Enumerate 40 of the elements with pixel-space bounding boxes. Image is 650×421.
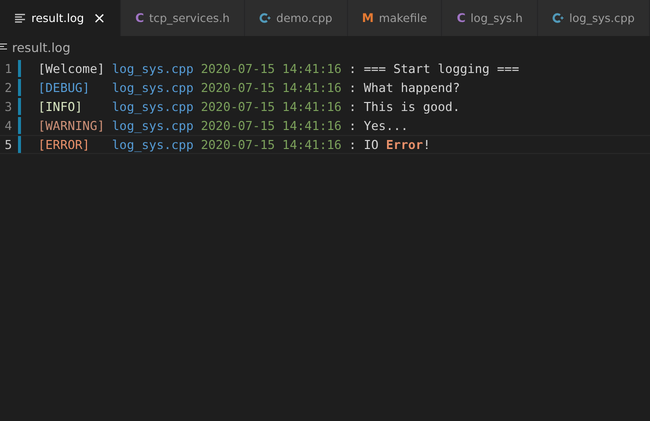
log-level: [ERROR] bbox=[38, 138, 91, 152]
editor-tab[interactable]: log_sys.cpp bbox=[538, 0, 650, 36]
lines-icon bbox=[0, 42, 8, 52]
line-number: 4 bbox=[4, 118, 12, 132]
close-icon[interactable]: × bbox=[93, 9, 106, 27]
cpp-file-icon bbox=[552, 12, 564, 24]
breadcrumb[interactable]: result.log bbox=[12, 40, 70, 54]
c-file-icon: C bbox=[135, 11, 144, 25]
c-file-icon: C bbox=[456, 11, 466, 25]
timestamp: 2020-07-15 14:41:16 bbox=[200, 138, 342, 152]
line-number: 5 bbox=[4, 138, 12, 152]
makefile-icon: M bbox=[362, 11, 374, 25]
file-name: log_sys.cpp bbox=[112, 80, 194, 94]
timestamp: 2020-07-15 14:41:16 bbox=[200, 80, 342, 94]
log-level: [INFO] bbox=[38, 100, 84, 114]
line-number: 2 bbox=[4, 80, 12, 94]
log-level: [Welcome] bbox=[38, 62, 106, 76]
timestamp: 2020-07-15 14:41:16 bbox=[200, 118, 342, 132]
file-name: log_sys.cpp bbox=[112, 138, 194, 152]
log-level: [DEBUG] bbox=[38, 80, 91, 94]
log-message: : What happend? bbox=[348, 80, 460, 94]
log-message: : Yes... bbox=[348, 118, 408, 132]
line-number: 3 bbox=[4, 100, 12, 114]
log-message: : === Start logging === bbox=[348, 62, 520, 76]
editor-tab[interactable]: M makefile bbox=[348, 0, 442, 36]
file-name: log_sys.cpp bbox=[112, 118, 194, 132]
editor-tab[interactable]: demo.cpp bbox=[244, 0, 348, 36]
timestamp: 2020-07-15 14:41:16 bbox=[200, 62, 342, 76]
cpp-file-icon bbox=[259, 12, 272, 24]
log-message: : This is good. bbox=[348, 100, 460, 114]
log-level: [WARNING] bbox=[38, 118, 106, 132]
editor-tab[interactable]: C log_sys.h bbox=[442, 0, 538, 36]
lines-icon bbox=[14, 12, 26, 24]
file-name: log_sys.cpp bbox=[112, 100, 194, 114]
editor-tab[interactable]: result.log × bbox=[0, 0, 121, 36]
file-name: log_sys.cpp bbox=[112, 62, 194, 76]
line-number: 1 bbox=[4, 62, 12, 76]
timestamp: 2020-07-15 14:41:16 bbox=[200, 100, 342, 114]
log-message: : IO Error! bbox=[348, 138, 430, 152]
editor-tab[interactable]: C tcp_services.h bbox=[120, 0, 245, 36]
